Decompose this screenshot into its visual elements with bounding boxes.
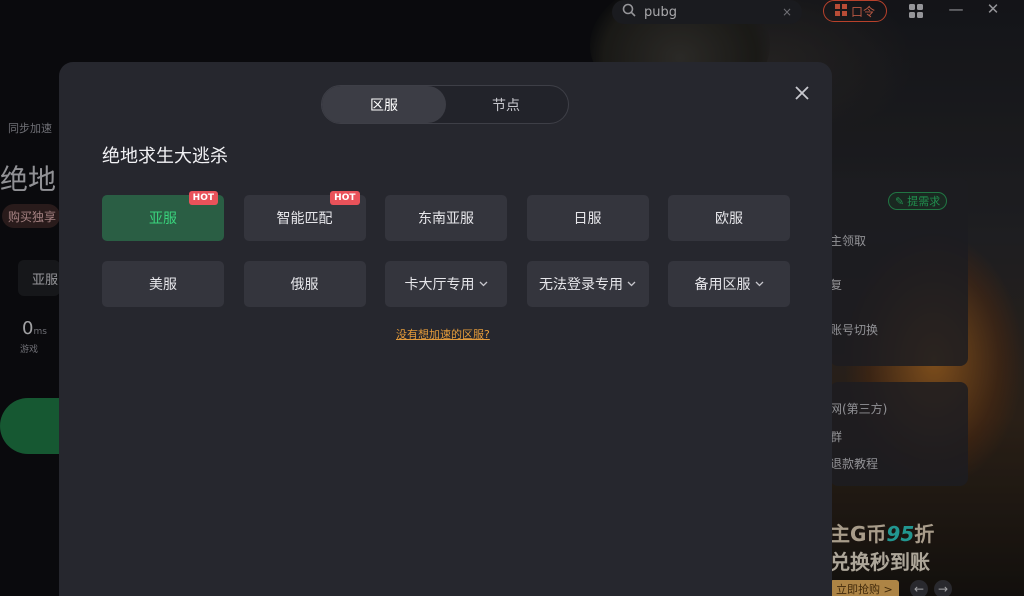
server-label: 卡大厅专用 xyxy=(404,277,475,293)
server-label: 日服 xyxy=(573,211,602,227)
game-title: 绝地求生大逃杀 xyxy=(102,146,228,167)
server-dropdown-lobby-stuck[interactable]: 卡大厅专用 xyxy=(385,261,507,307)
server-label: 无法登录专用 xyxy=(539,277,623,293)
chevron-down-icon xyxy=(627,279,636,290)
server-label: 欧服 xyxy=(715,211,743,227)
server-button-japan[interactable]: 日服 xyxy=(526,195,649,241)
chevron-down-icon xyxy=(479,279,488,290)
server-label: 东南亚服 xyxy=(418,211,474,227)
server-button-sea[interactable]: 东南亚服 xyxy=(385,195,507,241)
server-label: 亚服 xyxy=(149,211,177,227)
tab-node[interactable]: 节点 xyxy=(444,86,568,123)
tab-region[interactable]: 区服 xyxy=(322,86,446,123)
chevron-down-icon xyxy=(755,279,764,290)
close-icon[interactable] xyxy=(789,80,815,106)
server-label: 俄服 xyxy=(290,277,319,293)
server-label: 备用区服 xyxy=(694,277,751,293)
server-button-russia[interactable]: 俄服 xyxy=(243,261,366,307)
server-button-europe[interactable]: 欧服 xyxy=(668,195,790,241)
server-button-smart-match[interactable]: 智能匹配 HOT xyxy=(243,191,366,241)
server-dropdown-backup[interactable]: 备用区服 xyxy=(668,261,790,307)
segmented-tabs: 区服 节点 xyxy=(321,85,569,124)
hot-badge: HOT xyxy=(330,191,360,205)
server-button-us[interactable]: 美服 xyxy=(102,261,224,307)
region-select-modal: 区服 节点 绝地求生大逃杀 亚服 HOT 智能匹配 HOT 东南亚服 日服 欧服… xyxy=(59,62,832,596)
server-label: 美服 xyxy=(149,277,177,293)
no-region-link[interactable]: 没有想加速的区服? xyxy=(396,326,490,342)
hot-badge: HOT xyxy=(188,191,218,205)
server-button-asia[interactable]: 亚服 HOT xyxy=(102,191,224,241)
server-label: 智能匹配 xyxy=(276,211,333,227)
server-dropdown-login-fail[interactable]: 无法登录专用 xyxy=(526,261,649,307)
